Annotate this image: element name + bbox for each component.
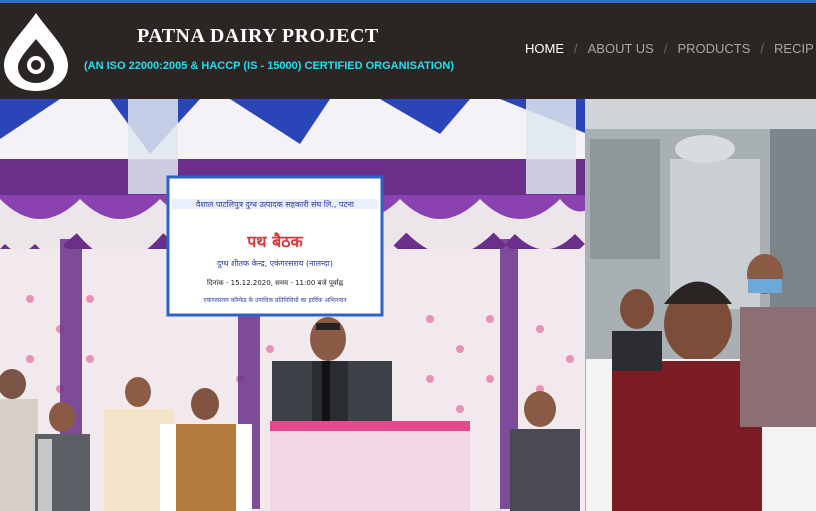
- stage-table: [270, 421, 470, 511]
- tent-canopy: [0, 99, 600, 169]
- nav-separator: /: [663, 41, 668, 56]
- site-subtitle: (AN ISO 22000:2005 & HACCP (IS - 15000) …: [84, 60, 455, 72]
- banner-line-2: पथ बैठक: [246, 232, 303, 251]
- hero-slider-image[interactable]: वैशाल पाटलिपुत्र दुग्ध उत्पादक सहकारी सं…: [0, 99, 816, 511]
- nav-products[interactable]: PRODUCTS: [677, 41, 750, 56]
- site-title[interactable]: PATNA DAIRY PROJECT: [137, 25, 379, 48]
- nav-separator: /: [760, 41, 765, 56]
- nav-about-us[interactable]: ABOUT US: [588, 41, 654, 56]
- banner-line-3: दुग्ध शीतक केन्द्र, एकंगरसराय (नालन्दा): [217, 258, 333, 269]
- banner-line-1: वैशाल पाटलिपुत्र दुग्ध उत्पादक सहकारी सं…: [196, 199, 355, 210]
- banner-line-4: दिनांक - 15.12.2020, समय - 11:00 बजे पूर…: [207, 278, 344, 287]
- drop-logo-icon[interactable]: [0, 9, 72, 93]
- banner-line-5: एकंगरसराय कॉम्फेड के उपाधिक प्रतिनिधियों…: [203, 296, 347, 304]
- main-nav: HOME / ABOUT US / PRODUCTS / RECIP: [525, 41, 814, 56]
- nav-home[interactable]: HOME: [525, 41, 564, 56]
- site-header: PATNA DAIRY PROJECT (AN ISO 22000:2005 &…: [0, 3, 816, 99]
- event-banner: वैशाल पाटलिपुत्र दुग्ध उत्पादक सहकारी सं…: [166, 175, 384, 317]
- nav-separator: /: [574, 41, 578, 56]
- nav-recipes[interactable]: RECIP: [774, 41, 814, 56]
